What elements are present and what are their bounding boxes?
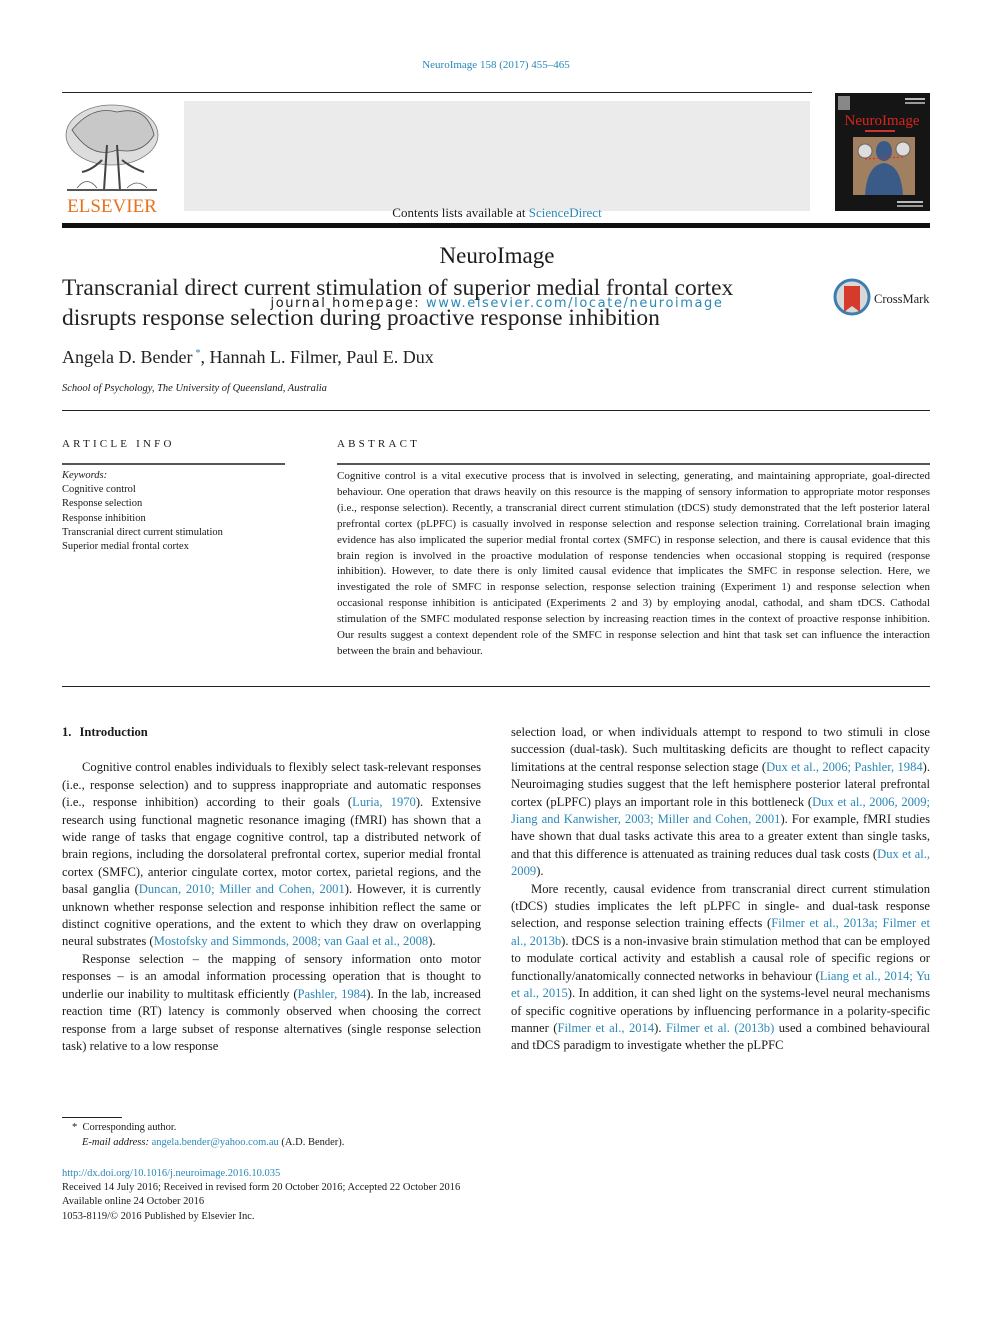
article-info-heading: ARTICLE INFO <box>62 438 175 450</box>
journal-name: NeuroImage <box>439 243 555 268</box>
citation-link[interactable]: Dux et al., 2006; Pashler, 1984 <box>766 760 923 774</box>
svg-text:ELSEVIER: ELSEVIER <box>67 196 157 215</box>
author-name: Hannah L. Filmer <box>209 347 338 367</box>
article-info-rule <box>62 463 285 465</box>
footnotes: * Corresponding author. E-mail address: … <box>72 1122 345 1148</box>
author-list: Angela D. Bender *, Hannah L. Filmer, Pau… <box>62 347 434 367</box>
keyword: Cognitive control <box>62 484 136 496</box>
article-title: Transcranial direct current stimulation … <box>62 275 734 331</box>
article-history: Received 14 July 2016; Received in revis… <box>62 1182 461 1194</box>
publication-info: http://dx.doi.org/10.1016/j.neuroimage.2… <box>62 1167 460 1224</box>
keywords-label: Keywords: <box>62 470 108 481</box>
citation-link[interactable]: Duncan, 2010; Miller and Cohen, 2001 <box>139 882 345 896</box>
journal-cover-image[interactable]: NeuroImage <box>835 93 930 211</box>
journal-header-box: Contents lists available at ScienceDirec… <box>184 101 810 311</box>
author-email-link[interactable]: angela.bender@yahoo.com.au <box>152 1137 279 1148</box>
footnote-rule <box>62 1117 122 1118</box>
journal-reference-link[interactable]: NeuroImage 158 (2017) 455–465 <box>0 59 992 71</box>
sciencedirect-link[interactable]: ScienceDirect <box>529 205 602 220</box>
keywords-list: Keywords: Cognitive control Response sel… <box>62 469 223 554</box>
keyword: Superior medial frontal cortex <box>62 541 189 553</box>
abstract-text: Cognitive control is a vital executive p… <box>337 470 930 657</box>
footnote-mark: * <box>72 1122 78 1133</box>
elsevier-tree-icon: ELSEVIER <box>65 104 159 217</box>
keyword: Response selection <box>62 498 143 510</box>
intro-paragraph: More recently, causal evidence from tran… <box>511 881 930 1053</box>
citation-link[interactable]: Filmer et al. (2013b) <box>666 1021 774 1035</box>
citation-link[interactable]: Luria, 1970 <box>352 795 416 809</box>
keyword: Transcranial direct current stimulation <box>62 526 223 538</box>
header-top-rule <box>62 92 812 93</box>
online-date: Available online 24 October 2016 <box>62 1196 205 1208</box>
affiliation: School of Psychology, The University of … <box>62 383 327 394</box>
journal-cover-art: NeuroImage <box>838 96 925 207</box>
body-column-right: selection load, or when individuals atte… <box>511 724 930 1055</box>
elsevier-logo[interactable]: ELSEVIER <box>62 100 162 217</box>
intro-paragraph: Response selection – the mapping of sens… <box>62 951 481 1053</box>
contents-line: Contents lists available at ScienceDirec… <box>392 205 602 220</box>
svg-text:NeuroImage: NeuroImage <box>845 113 920 129</box>
divider <box>62 410 930 411</box>
body-column-left: 1. Introduction Cognitive control enables… <box>62 724 481 1055</box>
author-name: Angela D. Bender <box>62 347 193 367</box>
intro-paragraph: Cognitive control enables individuals to… <box>62 760 482 949</box>
divider <box>62 686 930 687</box>
intro-paragraph-continued: selection load, or when individuals atte… <box>511 725 931 879</box>
abstract-rule <box>337 463 930 465</box>
citation-link[interactable]: Pashler, 1984 <box>298 987 367 1001</box>
copyright: 1053-8119/© 2016 Published by Elsevier I… <box>62 1210 255 1222</box>
header-bottom-rule <box>62 223 930 228</box>
citation-link[interactable]: Filmer et al., 2014 <box>557 1021 654 1035</box>
email-label: E-mail address: <box>82 1137 149 1148</box>
doi-link[interactable]: http://dx.doi.org/10.1016/j.neuroimage.2… <box>62 1167 460 1181</box>
keyword: Response inhibition <box>62 512 146 524</box>
abstract-heading: ABSTRACT <box>337 438 421 450</box>
author-name: Paul E. Dux <box>346 347 434 367</box>
crossmark-icon: CrossMark <box>833 278 930 316</box>
citation-link[interactable]: Mostofsky and Simmonds, 2008; van Gaal e… <box>154 934 429 948</box>
section-heading-introduction: 1. Introduction <box>62 725 148 739</box>
corresponding-author-note: Corresponding author. <box>82 1122 177 1133</box>
svg-text:CrossMark: CrossMark <box>874 292 930 306</box>
crossmark-badge[interactable]: CrossMark <box>833 278 933 318</box>
